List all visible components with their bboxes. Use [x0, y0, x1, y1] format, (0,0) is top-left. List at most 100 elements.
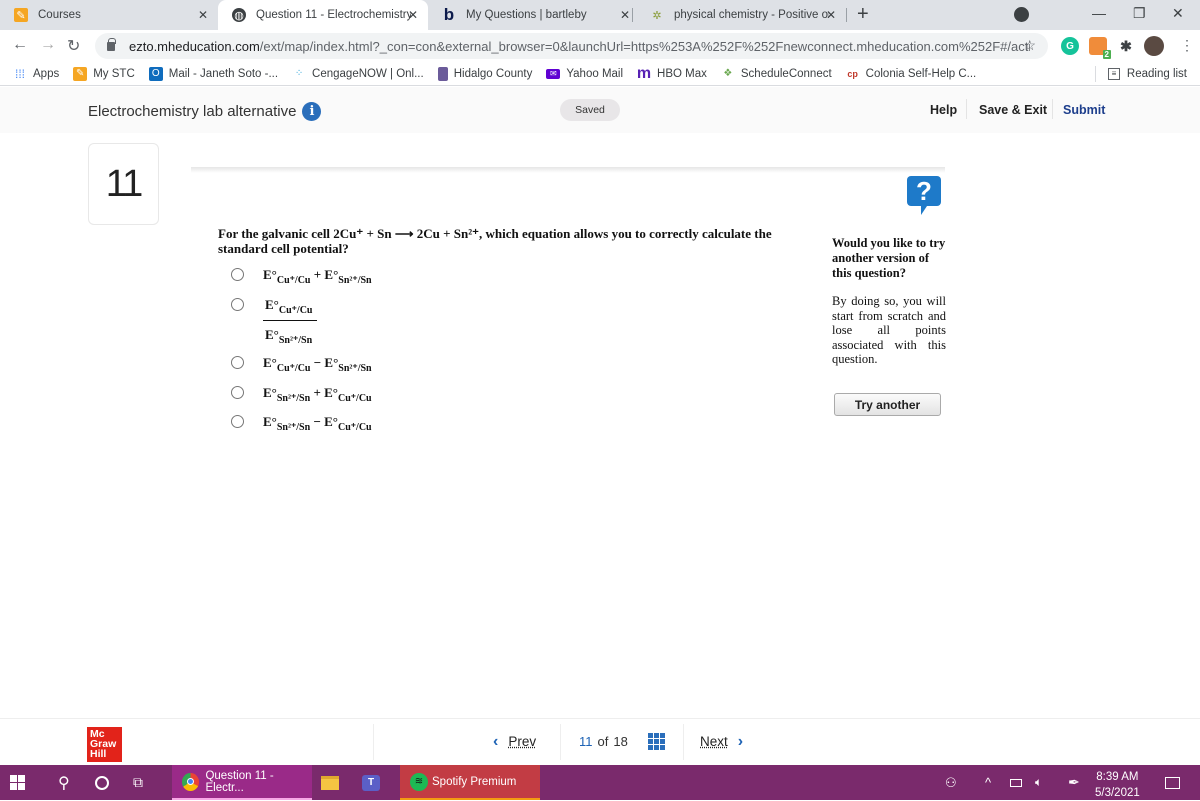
subscript: Cu⁺/Cu	[278, 305, 313, 316]
cengage-icon: ⁘	[294, 68, 304, 79]
avatar[interactable]	[1144, 36, 1164, 56]
puzzle-extensions-icon[interactable]: ✱	[1117, 37, 1135, 55]
e-standard-symbol: E°	[265, 327, 279, 342]
file-explorer-icon[interactable]	[321, 765, 339, 800]
operator: −	[313, 355, 322, 370]
tab-bartleby[interactable]: b My Questions | bartleby ✕	[428, 0, 640, 30]
try-another-heading: Would you like to try another version of…	[832, 236, 946, 280]
help-link[interactable]: Help	[930, 103, 957, 117]
restore-button[interactable]: ❐	[1133, 5, 1146, 22]
e-standard-symbol: E°	[324, 267, 339, 282]
radio-button[interactable]	[231, 298, 244, 311]
answer-option-1[interactable]: E°Cu⁺/Cu + E°Sn²⁺/Sn	[231, 267, 372, 286]
assignment-footer: Mc Graw Hill ‹ Prev 11 of 18 Next ›	[0, 718, 1200, 765]
submit-button[interactable]: Submit	[1063, 103, 1105, 117]
bookmark-colonia[interactable]: cp Colonia Self-Help C...	[846, 67, 976, 81]
chrome-icon	[182, 772, 200, 791]
url-path: /ext/map/index.html?_con=con&external_br…	[259, 38, 1030, 54]
tab-courses[interactable]: ✎ Courses ✕	[0, 0, 218, 30]
people-icon[interactable]: ⚇	[945, 765, 957, 800]
minimize-button[interactable]: —	[1092, 5, 1106, 21]
prev-button[interactable]: ‹ Prev	[493, 733, 536, 751]
answer-option-4[interactable]: E°Sn²⁺/Sn + E°Cu⁺/Cu	[231, 385, 372, 404]
chevron-left-icon: ‹	[493, 732, 499, 750]
answer-option-3[interactable]: E°Cu⁺/Cu − E°Sn²⁺/Sn	[231, 355, 372, 374]
system-clock[interactable]: 8:39 AM 5/3/2021	[1095, 769, 1140, 801]
colonia-icon: cp	[847, 68, 858, 79]
new-tab-button[interactable]: +	[857, 3, 869, 26]
subscript: Cu⁺/Cu	[276, 275, 311, 286]
menu-kebab-icon[interactable]: ⋮	[1180, 37, 1194, 54]
close-tab-icon[interactable]: ✕	[408, 8, 418, 22]
bookmark-hbo-max[interactable]: m HBO Max	[637, 65, 707, 82]
reload-button[interactable]: ↻	[67, 36, 80, 56]
question-position[interactable]: 11 of 18	[579, 734, 628, 749]
extension-icon[interactable]: 2	[1089, 37, 1111, 59]
next-label: Next	[700, 734, 728, 749]
prev-label: Prev	[508, 734, 537, 749]
bookmark-mail[interactable]: O Mail - Janeth Soto -...	[148, 66, 278, 81]
schedule-icon: ❖	[723, 68, 733, 79]
apps-grid-icon: ⁞⁞⁞	[14, 66, 25, 81]
back-button[interactable]: ←	[12, 36, 28, 54]
tab-question-11[interactable]: ◍ Question 11 - Electrochemistry la ✕	[218, 0, 428, 30]
clock-date: 5/3/2021	[1095, 787, 1140, 799]
option-expression: E°Sn²⁺/Sn − E°Cu⁺/Cu	[263, 414, 372, 433]
taskbar-app-chrome[interactable]: Question 11 - Electr...	[172, 765, 312, 800]
bookmark-star-icon[interactable]: ☆	[1023, 37, 1036, 54]
e-standard-symbol: E°	[324, 385, 338, 400]
answer-option-5[interactable]: E°Sn²⁺/Sn − E°Cu⁺/Cu	[231, 414, 372, 433]
separator	[966, 99, 967, 119]
close-window-button[interactable]: ✕	[1172, 5, 1184, 22]
search-icon[interactable]: ⚲	[58, 765, 70, 800]
info-icon[interactable]: i	[302, 102, 322, 121]
show-hidden-icons-chevron[interactable]: ^	[985, 765, 991, 800]
bookmark-my-stc[interactable]: ✎ My STC	[73, 66, 135, 81]
profile-dropdown-icon[interactable]	[1014, 7, 1029, 22]
close-tab-icon[interactable]: ✕	[198, 8, 208, 22]
address-bar[interactable]: ezto.mheducation.com /ext/map/index.html…	[95, 33, 1048, 59]
save-exit-link[interactable]: Save & Exit	[979, 103, 1047, 117]
bookmark-apps[interactable]: ⁞⁞⁞ Apps	[13, 67, 59, 81]
tab-title: Question 11 - Electrochemistry la	[256, 9, 411, 21]
answer-option-2[interactable]: E° Cu⁺/Cu E°Sn²⁺/Sn	[231, 297, 317, 346]
question-text-line-2: standard cell potential?	[218, 241, 349, 256]
tab-separator	[846, 8, 847, 22]
option-expression: E°Cu⁺/Cu − E°Sn²⁺/Sn	[263, 355, 372, 374]
volume-icon[interactable]: 🔈︎	[1035, 765, 1042, 800]
bookmark-hidalgo-county[interactable]: Hidalgo County	[437, 66, 532, 81]
tab-physical-chemistry[interactable]: ✲ physical chemistry - Positive or N ✕	[636, 0, 846, 30]
radio-button[interactable]	[231, 356, 244, 369]
next-button[interactable]: Next ›	[700, 733, 743, 751]
pen-workspace-icon[interactable]: ✒	[1068, 765, 1080, 800]
bookmark-cengage[interactable]: ⁘ CengageNOW | Onl...	[292, 67, 424, 81]
reading-list-icon: ≡	[1107, 68, 1120, 80]
forward-button[interactable]: →	[40, 36, 56, 54]
assignment-title-text: Electrochemistry lab alternative	[88, 103, 297, 120]
teams-icon[interactable]: T	[362, 765, 380, 800]
notifications-icon[interactable]	[1165, 765, 1180, 800]
total-questions: 18	[613, 734, 628, 749]
radio-button[interactable]	[231, 268, 244, 281]
close-tab-icon[interactable]: ✕	[620, 8, 630, 22]
question-grid-icon[interactable]	[648, 733, 665, 750]
try-another-button[interactable]: Try another	[834, 393, 941, 416]
question-help-icon[interactable]: ?	[907, 176, 941, 215]
reading-list-button[interactable]: ≡ Reading list	[1094, 66, 1187, 82]
subscript: Cu⁺/Cu	[337, 393, 372, 404]
fraction-denominator: E°Sn²⁺/Sn	[263, 321, 317, 346]
cortana-icon[interactable]	[95, 765, 109, 800]
radio-button[interactable]	[231, 415, 244, 428]
close-tab-icon[interactable]: ✕	[826, 8, 836, 22]
windows-start-button[interactable]	[10, 765, 25, 800]
grammarly-extension-icon[interactable]: G	[1061, 37, 1079, 55]
option-expression: E°Sn²⁺/Sn + E°Cu⁺/Cu	[263, 385, 372, 404]
bookmark-scheduleconnect[interactable]: ❖ ScheduleConnect	[721, 67, 831, 81]
operator: +	[313, 267, 322, 282]
radio-button[interactable]	[231, 386, 244, 399]
taskbar-app-spotify[interactable]: ≋ Spotify Premium	[400, 765, 540, 800]
battery-icon[interactable]	[1010, 765, 1022, 800]
subscript: Cu⁺/Cu	[276, 363, 311, 374]
bookmark-yahoo-mail[interactable]: ✉ Yahoo Mail	[546, 68, 623, 80]
task-view-icon[interactable]: ⧉	[133, 765, 143, 800]
